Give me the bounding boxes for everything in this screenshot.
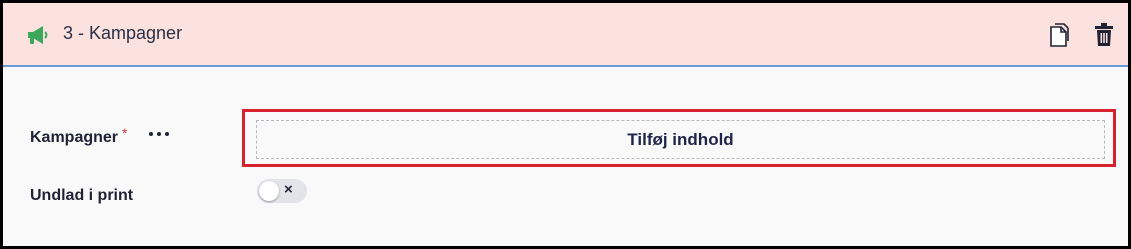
trash-icon[interactable] <box>1093 22 1115 48</box>
kampagner-label-text: Kampagner <box>30 129 119 146</box>
required-marker: * <box>122 125 128 141</box>
add-content-button[interactable]: Tilføj indhold <box>256 120 1105 159</box>
more-options-icon[interactable] <box>147 123 171 143</box>
block-title: 3 - Kampagner <box>63 23 183 43</box>
megaphone-icon <box>28 26 48 44</box>
exclude-print-label: Undlad i print <box>30 187 134 204</box>
close-icon: × <box>284 181 293 198</box>
toggle-knob <box>259 181 279 201</box>
block-header: 3 - Kampagner <box>3 3 1128 67</box>
copy-icon[interactable] <box>1048 22 1070 48</box>
block-panel: 3 - Kampagner Kampagner * Tilføj indhold … <box>0 0 1131 249</box>
exclude-print-toggle[interactable]: × <box>257 179 307 203</box>
kampagner-label: Kampagner * <box>30 125 127 147</box>
